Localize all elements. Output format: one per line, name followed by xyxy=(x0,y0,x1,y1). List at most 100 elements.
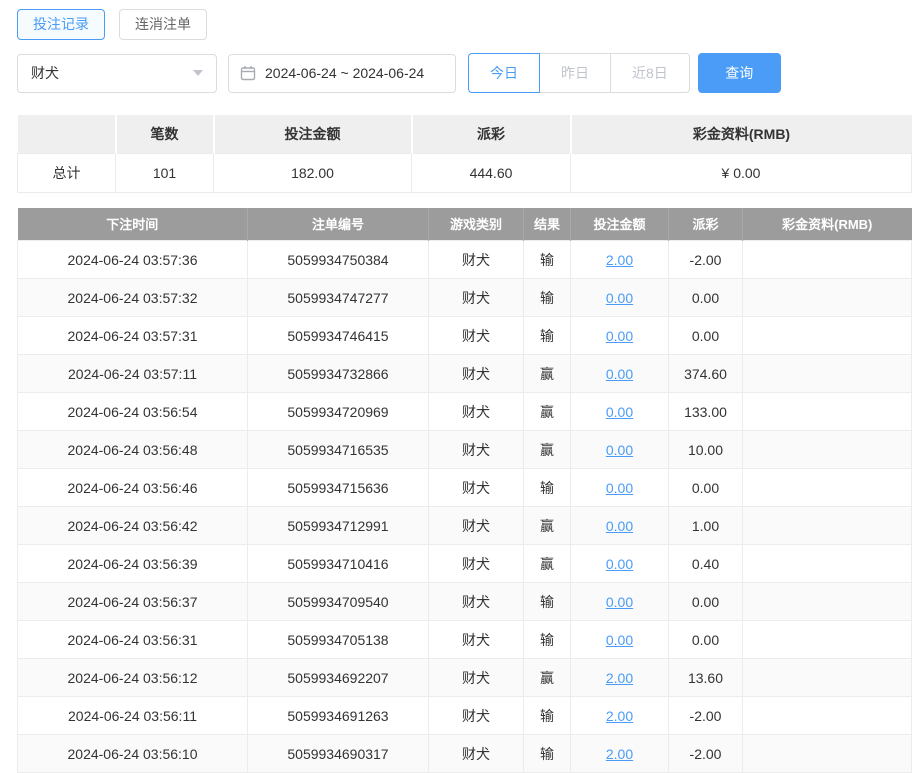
bet-amount-link[interactable]: 0.00 xyxy=(606,442,633,458)
table-row: 2024-06-24 03:57:365059934750384财犬输2.00-… xyxy=(18,241,912,279)
table-row: 2024-06-24 03:56:115059934691263财犬输2.00-… xyxy=(18,697,912,735)
cell-bet-time: 2024-06-24 03:56:46 xyxy=(18,469,248,507)
cell-payout: -2.00 xyxy=(669,697,743,735)
summary-table: 笔数 投注金额 派彩 彩金资料(RMB) 总计 101 182.00 444.6… xyxy=(17,115,912,193)
cell-payout: 374.60 xyxy=(669,355,743,393)
bet-amount-link[interactable]: 0.00 xyxy=(606,328,633,344)
cell-bonus xyxy=(743,241,912,279)
cell-bonus xyxy=(743,393,912,431)
bet-amount-link[interactable]: 0.00 xyxy=(606,366,633,382)
calendar-icon xyxy=(240,65,256,81)
cell-bet-amount: 0.00 xyxy=(571,621,669,659)
summary-count-value: 101 xyxy=(116,153,214,192)
game-select[interactable]: 财犬 xyxy=(17,54,217,93)
date-range-value: 2024-06-24 ~ 2024-06-24 xyxy=(265,65,424,81)
date-range-input[interactable]: 2024-06-24 ~ 2024-06-24 xyxy=(228,54,456,93)
cell-result: 输 xyxy=(524,583,571,621)
cell-bet-time: 2024-06-24 03:57:11 xyxy=(18,355,248,393)
cell-bonus xyxy=(743,735,912,773)
cell-game-type: 财犬 xyxy=(429,659,524,697)
cell-bet-amount: 0.00 xyxy=(571,469,669,507)
summary-header-count: 笔数 xyxy=(116,115,214,153)
bet-amount-link[interactable]: 0.00 xyxy=(606,480,633,496)
cell-result: 输 xyxy=(524,241,571,279)
records-table-body: 2024-06-24 03:57:365059934750384财犬输2.00-… xyxy=(18,241,912,773)
table-row: 2024-06-24 03:56:425059934712991财犬赢0.001… xyxy=(18,507,912,545)
cell-payout: 0.00 xyxy=(669,279,743,317)
cell-bet-time: 2024-06-24 03:57:31 xyxy=(18,317,248,355)
cell-order-number: 5059934690317 xyxy=(248,735,429,773)
cell-payout: 0.00 xyxy=(669,621,743,659)
bet-amount-link[interactable]: 0.00 xyxy=(606,632,633,648)
bet-amount-link[interactable]: 0.00 xyxy=(606,594,633,610)
cell-bet-time: 2024-06-24 03:57:32 xyxy=(18,279,248,317)
cell-order-number: 5059934732866 xyxy=(248,355,429,393)
cell-payout: 0.00 xyxy=(669,317,743,355)
cell-bonus xyxy=(743,469,912,507)
cell-game-type: 财犬 xyxy=(429,621,524,659)
cell-result: 输 xyxy=(524,697,571,735)
bet-amount-link[interactable]: 0.00 xyxy=(606,518,633,534)
bet-amount-link[interactable]: 2.00 xyxy=(606,252,633,268)
bet-amount-link[interactable]: 2.00 xyxy=(606,708,633,724)
cell-result: 输 xyxy=(524,735,571,773)
quick-btn-today[interactable]: 今日 xyxy=(468,53,540,93)
table-row: 2024-06-24 03:56:125059934692207财犬赢2.001… xyxy=(18,659,912,697)
cell-bet-time: 2024-06-24 03:56:10 xyxy=(18,735,248,773)
table-row: 2024-06-24 03:56:465059934715636财犬输0.000… xyxy=(18,469,912,507)
cell-result: 赢 xyxy=(524,355,571,393)
records-table-header-row: 下注时间注单编号游戏类别结果投注金额派彩彩金资料(RMB) xyxy=(18,208,912,241)
bet-amount-link[interactable]: 2.00 xyxy=(606,746,633,762)
cell-game-type: 财犬 xyxy=(429,545,524,583)
summary-payout-value: 444.60 xyxy=(412,153,571,192)
tab-cancelled-orders[interactable]: 连消注单 xyxy=(119,9,207,40)
cell-result: 赢 xyxy=(524,659,571,697)
column-header: 游戏类别 xyxy=(429,208,524,241)
cell-result: 输 xyxy=(524,279,571,317)
column-header: 结果 xyxy=(524,208,571,241)
cell-bet-amount: 2.00 xyxy=(571,241,669,279)
cell-order-number: 5059934691263 xyxy=(248,697,429,735)
cell-bet-time: 2024-06-24 03:56:37 xyxy=(18,583,248,621)
table-row: 2024-06-24 03:57:315059934746415财犬输0.000… xyxy=(18,317,912,355)
column-header: 彩金资料(RMB) xyxy=(743,208,912,241)
chevron-down-icon xyxy=(193,70,203,76)
cell-bet-amount: 0.00 xyxy=(571,507,669,545)
summary-bonus-value: ¥ 0.00 xyxy=(571,153,912,192)
table-row: 2024-06-24 03:56:375059934709540财犬输0.000… xyxy=(18,583,912,621)
cell-bet-time: 2024-06-24 03:56:12 xyxy=(18,659,248,697)
summary-header-row: 笔数 投注金额 派彩 彩金资料(RMB) xyxy=(18,115,912,153)
cell-bet-amount: 2.00 xyxy=(571,697,669,735)
cell-bonus xyxy=(743,621,912,659)
quick-btn-last-8-days[interactable]: 近8日 xyxy=(610,53,690,93)
cell-result: 赢 xyxy=(524,431,571,469)
bet-amount-link[interactable]: 0.00 xyxy=(606,404,633,420)
cell-bonus xyxy=(743,431,912,469)
cell-bet-amount: 0.00 xyxy=(571,583,669,621)
column-header: 投注金额 xyxy=(571,208,669,241)
cell-bonus xyxy=(743,697,912,735)
cell-order-number: 5059934692207 xyxy=(248,659,429,697)
summary-header-bonus: 彩金资料(RMB) xyxy=(571,115,912,153)
quick-btn-yesterday[interactable]: 昨日 xyxy=(539,53,611,93)
column-header: 注单编号 xyxy=(248,208,429,241)
table-row: 2024-06-24 03:57:325059934747277财犬输0.000… xyxy=(18,279,912,317)
cell-bet-time: 2024-06-24 03:57:36 xyxy=(18,241,248,279)
cell-order-number: 5059934716535 xyxy=(248,431,429,469)
bet-amount-link[interactable]: 0.00 xyxy=(606,556,633,572)
tab-bet-records[interactable]: 投注记录 xyxy=(17,9,105,40)
summary-header-bet-amount: 投注金额 xyxy=(214,115,412,153)
bet-amount-link[interactable]: 0.00 xyxy=(606,290,633,306)
cell-bet-time: 2024-06-24 03:56:54 xyxy=(18,393,248,431)
cell-order-number: 5059934747277 xyxy=(248,279,429,317)
cell-order-number: 5059934709540 xyxy=(248,583,429,621)
cell-bonus xyxy=(743,317,912,355)
summary-header-payout: 派彩 xyxy=(412,115,571,153)
search-button[interactable]: 查询 xyxy=(698,53,781,93)
bet-amount-link[interactable]: 2.00 xyxy=(606,670,633,686)
game-select-value: 财犬 xyxy=(31,63,59,83)
column-header: 下注时间 xyxy=(18,208,248,241)
cell-game-type: 财犬 xyxy=(429,583,524,621)
cell-result: 赢 xyxy=(524,507,571,545)
cell-order-number: 5059934710416 xyxy=(248,545,429,583)
